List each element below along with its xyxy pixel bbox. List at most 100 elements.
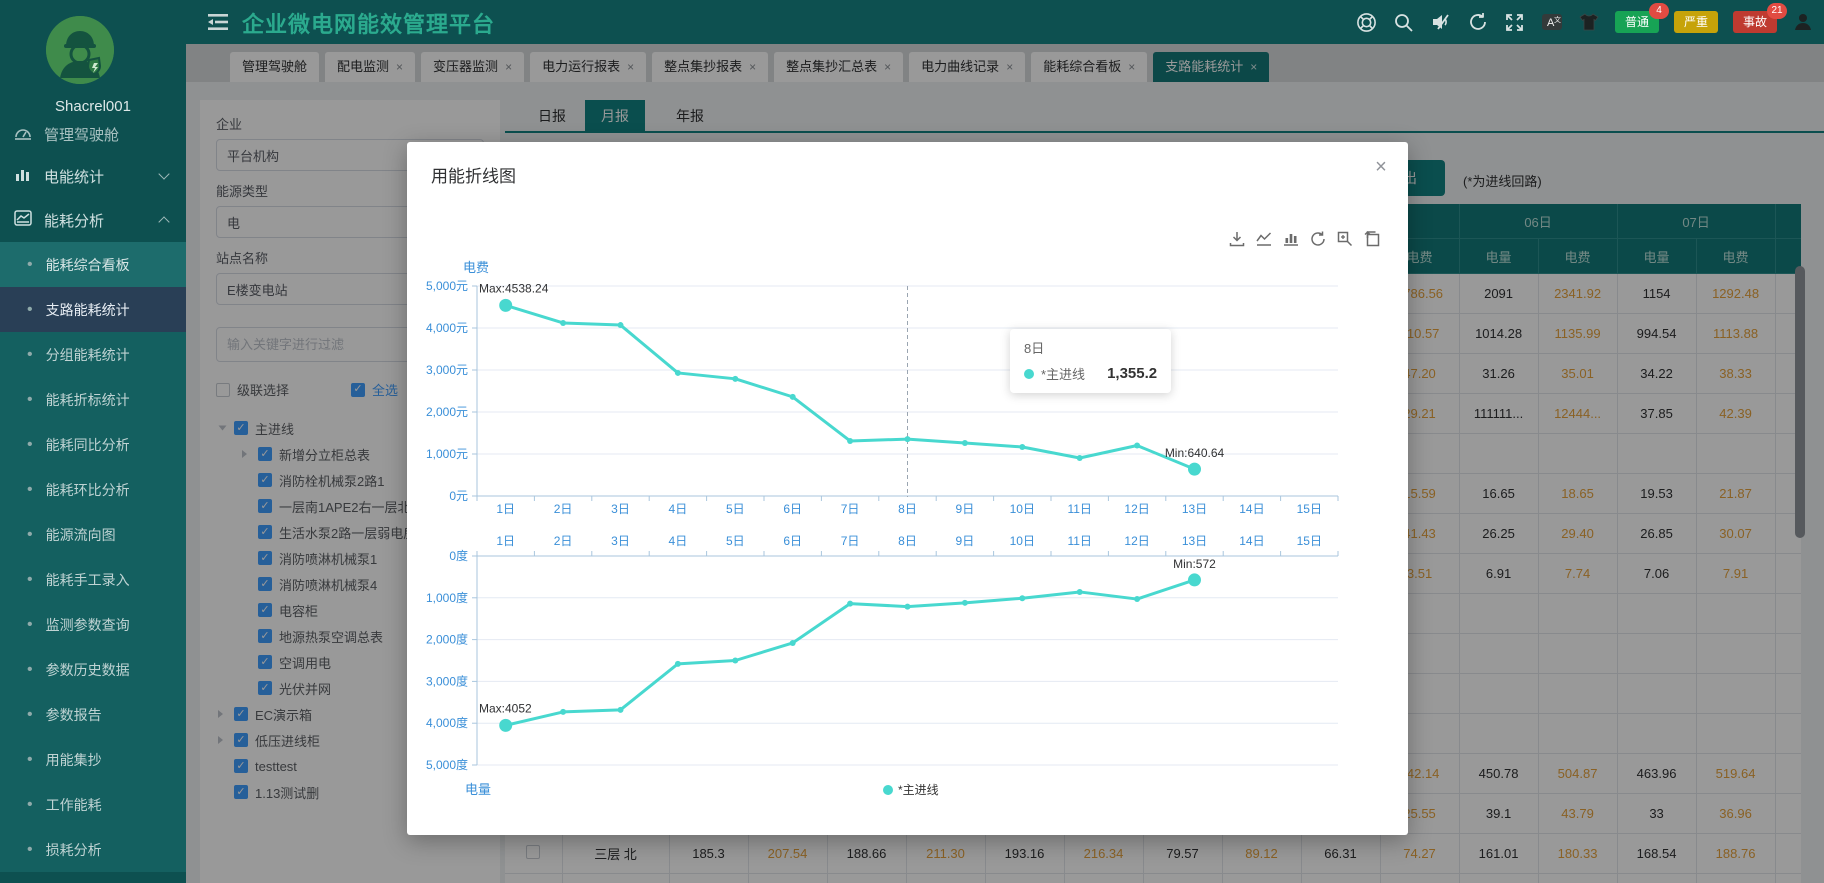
sidebar-item-label: 能耗综合看板 <box>46 255 130 275</box>
line-view-icon[interactable] <box>1255 230 1273 248</box>
svg-text:2,000元: 2,000元 <box>426 405 468 419</box>
sidebar-item-10[interactable]: •参数报告 <box>0 692 186 737</box>
bullet-icon: • <box>27 571 33 589</box>
bullet-icon: • <box>27 256 33 274</box>
translate-icon[interactable]: A 文 <box>1541 11 1563 33</box>
download-icon[interactable] <box>1228 230 1246 248</box>
dashboard-icon <box>14 126 32 143</box>
sidebar-item-label: 支路能耗统计 <box>46 300 130 320</box>
svg-text:3日: 3日 <box>611 502 630 516</box>
sidebar-group-1[interactable]: 能耗分析 <box>0 198 186 242</box>
sidebar-item-label: 能耗环比分析 <box>46 480 130 500</box>
sidebar-item-12[interactable]: • 工作能耗 <box>0 782 186 827</box>
svg-text:10日: 10日 <box>1010 502 1035 516</box>
zoom-back-icon[interactable] <box>1363 230 1381 248</box>
sidebar-item-label: 能耗同比分析 <box>46 435 130 455</box>
svg-text:文: 文 <box>1554 15 1561 24</box>
sidebar-item-label: 监测参数查询 <box>46 615 130 635</box>
sidebar-submenu: •能耗综合看板•支路能耗统计•分组能耗统计•能耗折标统计•能耗同比分析•能耗环比… <box>0 242 186 872</box>
svg-text:2日: 2日 <box>554 502 573 516</box>
alarm-badge-2[interactable]: 事故21 <box>1733 11 1777 33</box>
svg-text:14日: 14日 <box>1239 502 1264 516</box>
avatar[interactable] <box>46 16 114 84</box>
svg-text:Max:4538.24: Max:4538.24 <box>479 281 549 295</box>
tooltip-category: 8日 <box>1024 338 1157 357</box>
page-title: 企业微电网能效管理平台 <box>242 7 495 39</box>
svg-text:9日: 9日 <box>956 502 975 516</box>
user-icon[interactable] <box>1792 11 1814 33</box>
fullscreen-icon[interactable] <box>1504 11 1526 33</box>
sidebar-item-7[interactable]: • 能耗手工录入 <box>0 557 186 602</box>
refresh-icon[interactable] <box>1467 11 1489 33</box>
sidebar-group-0[interactable]: 电能统计 <box>0 154 186 198</box>
app-root: Shacrel001 管理驾驶舱 电能统计能耗分析•能耗综合看板•支路能耗统计•… <box>0 0 1824 883</box>
svg-text:6日: 6日 <box>783 502 802 516</box>
svg-text:8日: 8日 <box>898 534 917 548</box>
svg-text:8日: 8日 <box>898 502 917 516</box>
bullet-icon: • <box>27 526 33 544</box>
sidebar-item-4[interactable]: •能耗同比分析 <box>0 422 186 467</box>
alarm-badges: 普通4 严重事故21 <box>1615 11 1777 33</box>
theme-shirt-icon[interactable] <box>1578 11 1600 33</box>
bullet-icon: • <box>27 481 33 499</box>
bar-chart-icon <box>14 165 32 187</box>
help-ring-icon[interactable] <box>1356 11 1378 33</box>
sidebar-item-8[interactable]: •监测参数查询 <box>0 602 186 647</box>
svg-text:13日: 13日 <box>1182 534 1207 548</box>
svg-text:5,000元: 5,000元 <box>426 279 468 293</box>
bullet-icon: • <box>27 841 33 859</box>
restore-icon[interactable] <box>1309 230 1327 248</box>
collapse-menu-icon[interactable] <box>208 13 228 31</box>
alarm-badge-1[interactable]: 严重 <box>1674 11 1718 33</box>
svg-text:4,000度: 4,000度 <box>426 715 468 730</box>
mute-icon[interactable] <box>1430 11 1452 33</box>
sidebar-group-label: 能耗分析 <box>44 210 104 231</box>
bullet-icon: • <box>27 346 33 364</box>
search-icon[interactable] <box>1393 11 1415 33</box>
sidebar-item-partial-label: 管理驾驶舱 <box>44 126 119 145</box>
sidebar-item-11[interactable]: • 用能集抄 <box>0 737 186 782</box>
sidebar-item-partial[interactable]: 管理驾驶舱 <box>0 126 186 146</box>
sidebar-item-5[interactable]: • 能耗环比分析 <box>0 467 186 512</box>
sidebar-item-0[interactable]: • 能耗综合看板 <box>0 242 186 287</box>
alarm-badge-0[interactable]: 普通4 <box>1615 11 1659 33</box>
svg-text:1日: 1日 <box>496 534 515 548</box>
sidebar-item-label: 用能集抄 <box>46 750 102 770</box>
sidebar-item-1[interactable]: •支路能耗统计 <box>0 287 186 332</box>
svg-text:12日: 12日 <box>1124 534 1149 548</box>
svg-text:0度: 0度 <box>449 548 468 563</box>
svg-text:*主进线: *主进线 <box>898 783 939 797</box>
topbar-icons: A 文 普通4 严重事故21 <box>1356 0 1814 44</box>
bullet-icon: • <box>27 796 33 814</box>
svg-text:4日: 4日 <box>669 502 688 516</box>
chevron-down-icon <box>158 168 169 179</box>
chevron-up-icon <box>158 216 169 227</box>
bullet-icon: • <box>27 706 33 724</box>
sidebar-item-label: 参数历史数据 <box>46 660 130 680</box>
sidebar-item-6[interactable]: • 能源流向图 <box>0 512 186 557</box>
badge-count: 21 <box>1767 3 1787 19</box>
svg-text:7日: 7日 <box>841 502 860 516</box>
bar-view-icon[interactable] <box>1282 230 1300 248</box>
sidebar-item-9[interactable]: •参数历史数据 <box>0 647 186 692</box>
sidebar-item-label: 工作能耗 <box>46 795 102 815</box>
sidebar-item-3[interactable]: •能耗折标统计 <box>0 377 186 422</box>
svg-text:Min:572: Min:572 <box>1173 557 1216 571</box>
svg-text:3,000元: 3,000元 <box>426 363 468 377</box>
svg-text:3,000度: 3,000度 <box>426 673 468 688</box>
svg-text:0元: 0元 <box>449 489 468 503</box>
zoom-icon[interactable] <box>1336 230 1354 248</box>
sidebar-item-2[interactable]: • 分组能耗统计 <box>0 332 186 377</box>
sidebar-item-label: 能耗手工录入 <box>46 570 130 590</box>
sidebar-menu: 电能统计能耗分析•能耗综合看板•支路能耗统计•分组能耗统计•能耗折标统计•能耗同… <box>0 154 186 872</box>
sidebar-item-label: 分组能耗统计 <box>46 345 130 365</box>
svg-text:4,000元: 4,000元 <box>426 321 468 335</box>
svg-text:4日: 4日 <box>669 534 688 548</box>
sidebar-group-label: 电能统计 <box>44 166 104 187</box>
sidebar-item-label: 能源流向图 <box>46 525 116 545</box>
chart-tooltip: 8日 *主进线 1,355.2 <box>1010 329 1171 393</box>
sidebar-item-label: 损耗分析 <box>46 840 102 860</box>
svg-text:14日: 14日 <box>1239 534 1264 548</box>
sidebar-item-13[interactable]: • 损耗分析 <box>0 827 186 872</box>
bullet-icon: • <box>27 751 33 769</box>
